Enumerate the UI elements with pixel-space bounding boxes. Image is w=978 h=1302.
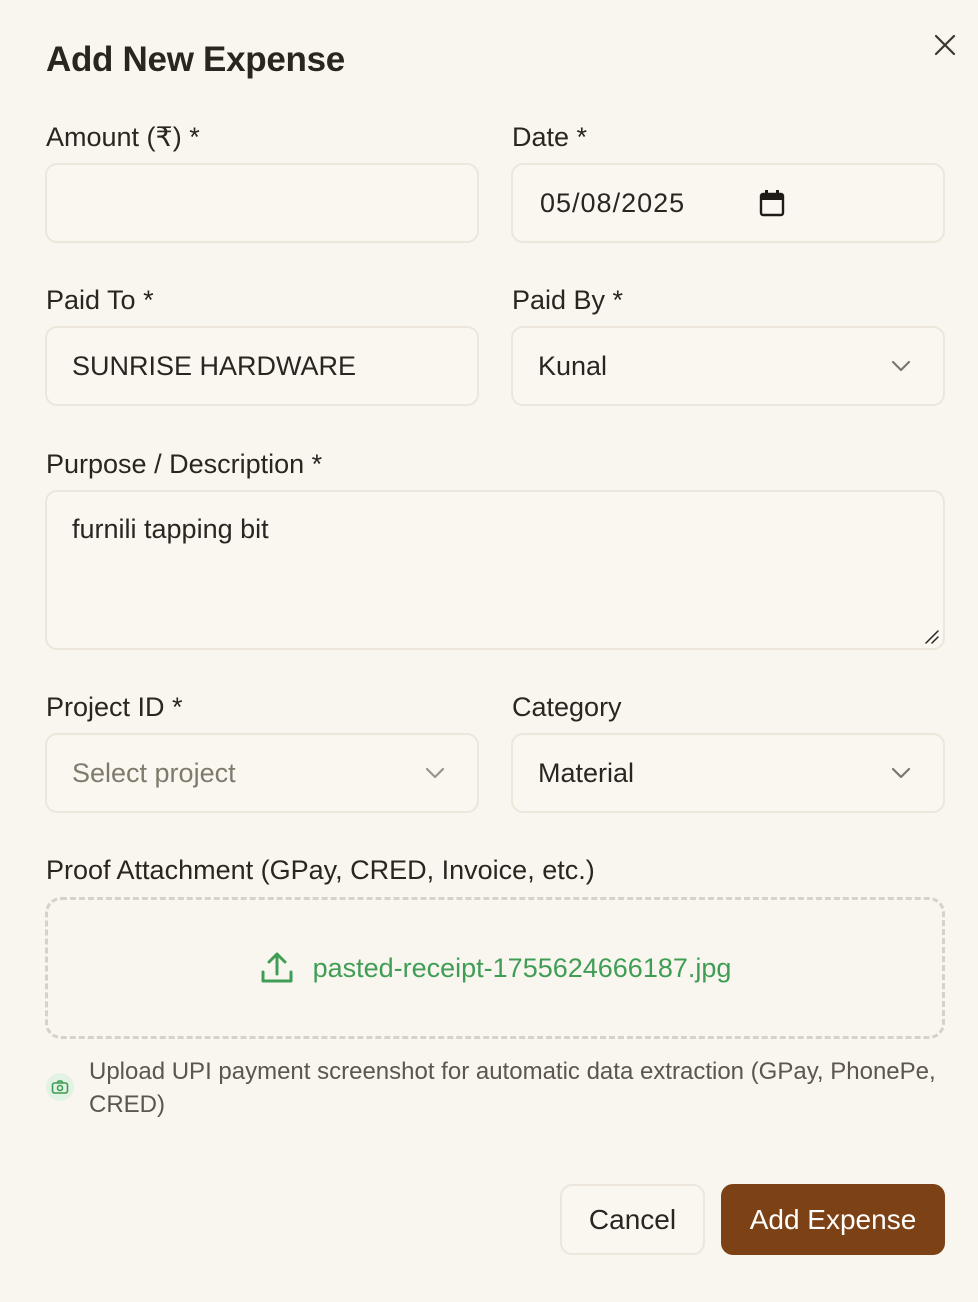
- paid-by-select[interactable]: Kunal: [511, 326, 945, 406]
- chevron-down-icon: [425, 767, 445, 779]
- category-label: Category: [512, 692, 622, 722]
- upload-icon: [261, 952, 293, 983]
- project-id-placeholder: Select project: [72, 757, 236, 788]
- category-select[interactable]: Material: [511, 733, 945, 813]
- attachment-label: Proof Attachment (GPay, CRED, Invoice, e…: [46, 855, 595, 885]
- project-id-label: Project ID *: [46, 692, 183, 722]
- amount-label: Amount (₹) *: [46, 122, 200, 152]
- paid-by-value: Kunal: [538, 350, 608, 381]
- cancel-button[interactable]: Cancel: [560, 1184, 705, 1255]
- date-label: Date *: [512, 122, 588, 152]
- paid-by-label: Paid By *: [512, 285, 624, 315]
- purpose-textarea[interactable]: furnili tapping bit: [45, 490, 945, 650]
- date-value: 05/08/2025: [540, 187, 686, 218]
- paid-to-value: SUNRISE HARDWARE: [72, 350, 357, 381]
- purpose-value: furnili tapping bit: [72, 514, 269, 544]
- resize-handle-icon[interactable]: [924, 629, 940, 645]
- chevron-down-icon: [891, 360, 911, 372]
- chevron-down-icon: [891, 767, 911, 779]
- paid-to-input[interactable]: SUNRISE HARDWARE: [45, 326, 479, 406]
- calendar-icon[interactable]: [759, 189, 785, 217]
- attachment-hint: Upload UPI payment screenshot for automa…: [89, 1058, 936, 1118]
- purpose-label: Purpose / Description *: [46, 449, 323, 479]
- amount-input[interactable]: [45, 163, 479, 243]
- add-expense-button[interactable]: Add Expense: [721, 1184, 945, 1255]
- attachment-file-name: pasted-receipt-1755624666187.jpg: [312, 952, 732, 983]
- close-icon: [934, 34, 956, 56]
- close-button[interactable]: [928, 28, 962, 62]
- camera-icon: [46, 1073, 74, 1101]
- category-value: Material: [538, 757, 635, 788]
- project-id-select[interactable]: Select project: [45, 733, 479, 813]
- date-input[interactable]: 05/08/2025: [511, 163, 945, 243]
- dialog-title: Add New Expense: [46, 40, 345, 79]
- attachment-dropzone[interactable]: pasted-receipt-1755624666187.jpg: [45, 897, 945, 1039]
- add-expense-dialog: Add New Expense Amount (₹) * Date * 05/0…: [0, 0, 978, 1302]
- paid-to-label: Paid To *: [46, 285, 154, 315]
